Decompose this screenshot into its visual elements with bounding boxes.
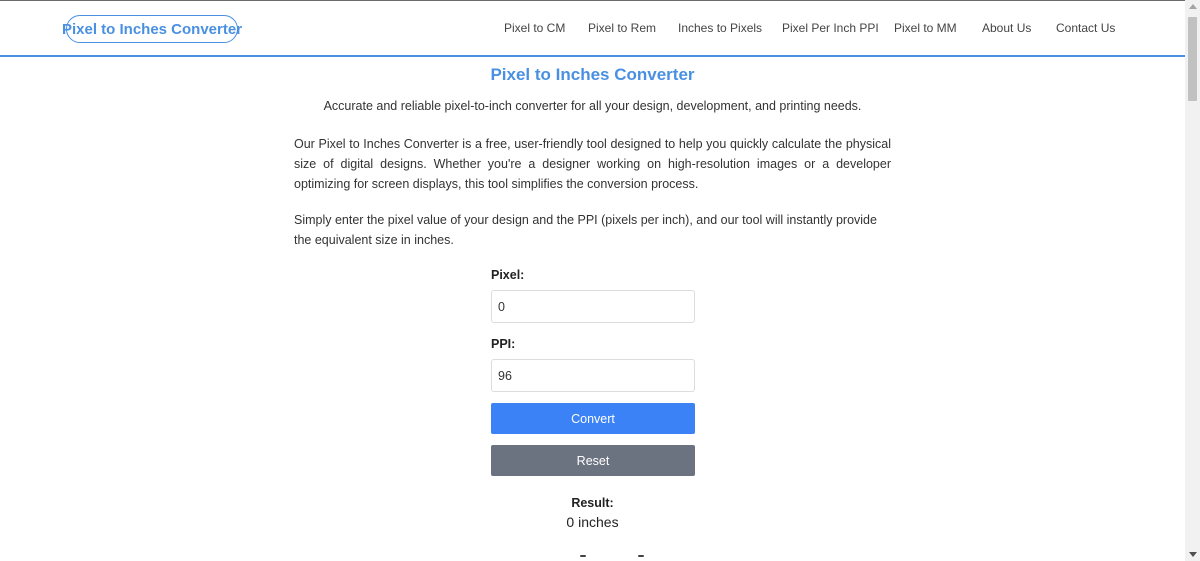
nav-link-pixel-to-cm[interactable]: Pixel to CM	[504, 21, 565, 35]
page: Pixel to Inches Converter Pixel to CM Pi…	[0, 0, 1200, 561]
page-title: Pixel to Inches Converter	[490, 65, 695, 84]
site-header: Pixel to Inches Converter Pixel to CM Pi…	[0, 1, 1185, 57]
nav-link-pixel-to-mm[interactable]: Pixel to MM	[894, 21, 957, 35]
intro-paragraph: Our Pixel to Inches Converter is a free,…	[294, 137, 891, 191]
convert-button[interactable]: Convert	[491, 403, 695, 434]
nav-link-pixel-to-rem[interactable]: Pixel to Rem	[588, 21, 656, 35]
nav-link-contact-us[interactable]: Contact Us	[1056, 21, 1115, 35]
site-logo[interactable]: Pixel to Inches Converter	[62, 15, 242, 43]
instructions-paragraph: Simply enter the pixel value of your des…	[294, 213, 877, 247]
scroll-down-arrow-icon[interactable]	[1189, 552, 1197, 557]
scrollbar-thumb[interactable]	[1188, 17, 1197, 101]
ppi-label: PPI:	[491, 337, 516, 351]
pixel-input[interactable]	[491, 290, 695, 323]
result-label: Result:	[571, 496, 614, 510]
vertical-scrollbar[interactable]	[1185, 0, 1200, 561]
ppi-input[interactable]	[491, 359, 695, 392]
scroll-up-arrow-icon[interactable]	[1189, 4, 1197, 9]
pixel-label: Pixel:	[491, 268, 525, 282]
nav-link-pixel-per-inch[interactable]: Pixel Per Inch PPI	[782, 21, 879, 35]
nav-link-about-us[interactable]: About Us	[982, 21, 1031, 35]
cutoff-content	[560, 555, 650, 561]
nav-link-inches-to-pixels[interactable]: Inches to Pixels	[678, 21, 762, 35]
page-subtitle: Accurate and reliable pixel-to-inch conv…	[323, 99, 862, 113]
reset-button[interactable]: Reset	[491, 445, 695, 476]
result-value: 0 inches	[566, 514, 619, 530]
